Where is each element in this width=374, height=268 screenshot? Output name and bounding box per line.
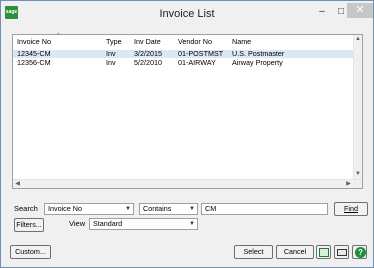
search-input[interactable]: CM (201, 203, 328, 215)
cell-invoice-no: 12356-CM (17, 58, 51, 67)
help-button[interactable]: ? (352, 245, 367, 259)
chevron-down-icon: ▼ (189, 221, 195, 227)
column-header-type[interactable]: Type (106, 37, 122, 46)
cell-name: Airway Property (232, 58, 283, 67)
column-header-invoice-no[interactable]: Invoice No (17, 37, 51, 46)
invoice-list-window: sage Invoice List – □ ✕ Invoice No ^ Typ… (0, 0, 374, 268)
find-button-label: Find (344, 204, 358, 213)
cell-type: Inv (106, 58, 116, 67)
cell-inv-date: 3/2/2015 (134, 49, 162, 58)
scroll-up-icon[interactable]: ▲ (354, 35, 362, 44)
chevron-down-icon: ▼ (189, 206, 195, 212)
column-header-name[interactable]: Name (232, 37, 251, 46)
invoice-list-view[interactable]: Invoice No ^ Type Inv Date Vendor No Nam… (12, 33, 363, 189)
cell-vendor-no: 01-POSTMST (178, 49, 224, 58)
column-header-vendor-no[interactable]: Vendor No (178, 37, 212, 46)
scroll-right-icon[interactable]: ▶ (344, 180, 353, 188)
cell-name: U.S. Postmaster (232, 49, 285, 58)
table-row[interactable]: 12356-CM Inv 5/2/2010 01-AIRWAY Airway P… (13, 59, 362, 67)
vertical-scrollbar[interactable]: ▲ ▼ (353, 35, 362, 179)
view-select[interactable]: Standard ▼ (89, 218, 198, 230)
export-excel-icon (319, 248, 329, 257)
help-icon: ? (355, 247, 366, 258)
find-button[interactable]: Find (334, 202, 368, 216)
cell-invoice-no: 12345-CM (17, 49, 51, 58)
search-operator-value: Contains (143, 204, 172, 213)
scroll-down-icon[interactable]: ▼ (354, 170, 362, 179)
cell-type: Inv (106, 49, 116, 58)
search-label: Search (14, 204, 38, 213)
search-operator-select[interactable]: Contains ▼ (139, 203, 198, 215)
table-row[interactable]: 12345-CM Inv 3/2/2015 01-POSTMST U.S. Po… (13, 50, 362, 58)
custom-button[interactable]: Custom... (10, 245, 51, 259)
print-button[interactable] (334, 245, 349, 259)
search-field-value: Invoice No (48, 204, 82, 213)
export-button[interactable] (316, 245, 331, 259)
scroll-left-icon[interactable]: ◀ (13, 180, 22, 188)
sort-ascending-icon: ^ (57, 33, 60, 39)
minimize-icon[interactable]: – (312, 4, 332, 20)
filters-button[interactable]: Filters... (14, 218, 44, 232)
search-field-select[interactable]: Invoice No ▼ (44, 203, 134, 215)
close-icon[interactable]: ✕ (347, 3, 373, 18)
list-header: Invoice No ^ Type Inv Date Vendor No Nam… (13, 33, 362, 47)
cell-vendor-no: 01-AIRWAY (178, 58, 216, 67)
print-icon (337, 249, 347, 256)
horizontal-scrollbar[interactable]: ◀ ▶ (13, 179, 362, 188)
view-label: View (69, 219, 86, 228)
cell-inv-date: 5/2/2010 (134, 58, 162, 67)
view-value: Standard (93, 219, 123, 228)
cancel-button[interactable]: Cancel (276, 245, 314, 259)
chevron-down-icon: ▼ (125, 206, 131, 212)
select-button[interactable]: Select (234, 245, 273, 259)
title-bar: sage Invoice List – □ ✕ (1, 1, 373, 28)
column-header-inv-date[interactable]: Inv Date (134, 37, 161, 46)
